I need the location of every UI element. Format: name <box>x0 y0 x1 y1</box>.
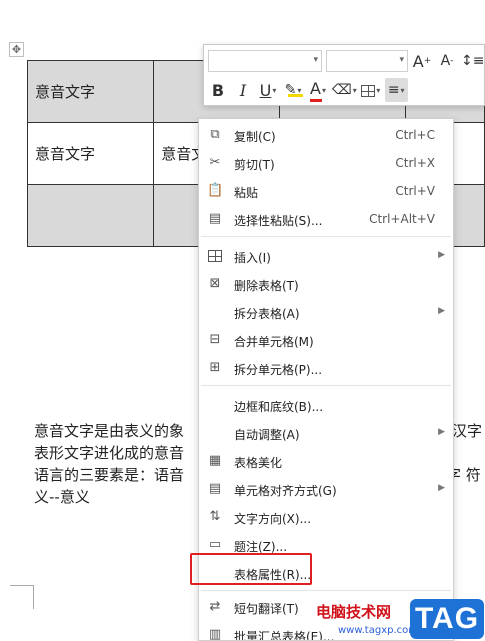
menu-item-delete-table[interactable]: ⊠ 删除表格(T) <box>199 270 453 298</box>
paste-special-icon: ▤ <box>208 211 222 226</box>
summary-table-icon: ▥ <box>208 627 222 641</box>
menu-item-autofit[interactable]: 自动调整(A) ▶ <box>199 419 453 447</box>
menu-separator <box>201 590 451 591</box>
submenu-arrow-icon: ▶ <box>438 250 445 260</box>
clear-format-button[interactable]: ⌫ ▾ <box>332 78 357 102</box>
watermark-url: www.tagxp.com <box>338 625 418 636</box>
shrink-font-button[interactable]: A- <box>436 49 458 73</box>
menu-separator <box>201 385 451 386</box>
menu-item-paste[interactable]: 📋 粘贴 Ctrl+V <box>199 177 453 205</box>
chevron-down-icon: ▾ <box>399 55 404 65</box>
text-direction-icon: ⇅ <box>209 509 221 524</box>
menu-item-split-cells[interactable]: ⊞ 拆分单元格(P)... <box>199 354 453 382</box>
menu-item-borders-shading[interactable]: 边框和底纹(B)... <box>199 391 453 419</box>
table-move-handle[interactable]: ✥ <box>9 42 24 57</box>
cell-align-icon: ▤ <box>208 481 222 496</box>
split-cells-icon: ⊞ <box>209 360 221 375</box>
grow-font-button[interactable]: A + <box>411 49 433 73</box>
align-button[interactable]: ≡ ▾ <box>384 78 408 102</box>
font-size-select[interactable]: ▾ <box>326 50 408 72</box>
table-style-icon: ▦ <box>208 453 222 468</box>
menu-item-cell-alignment[interactable]: ▤ 单元格对齐方式(G) ▶ <box>199 475 453 503</box>
borders-button[interactable]: ▾ <box>360 78 382 102</box>
table-delete-icon: ⊠ <box>209 276 221 291</box>
menu-item-table-beautify[interactable]: ▦ 表格美化 <box>199 447 453 475</box>
copy-icon: ⧉ <box>210 127 220 142</box>
floating-format-toolbar: ▾ ▾ A+ A- ↕≡▾ B I U▾ ✎▾ A▾ ⌫▾ ▾ ≡▾ <box>203 44 485 106</box>
menu-item-cut[interactable]: ✂ 剪切(T) Ctrl+X <box>199 149 453 177</box>
watermark-site-name: 电脑技术网 <box>316 603 392 621</box>
align-left-icon: ≡ <box>387 82 400 98</box>
submenu-arrow-icon: ▶ <box>438 427 445 437</box>
underline-button[interactable]: U ▾ <box>257 78 279 102</box>
menu-item-merge-cells[interactable]: ⊟ 合并单元格(M) <box>199 326 453 354</box>
italic-button[interactable]: I <box>232 78 254 102</box>
line-spacing-icon: ↕≡ <box>461 53 485 69</box>
font-name-select[interactable]: ▾ <box>208 50 322 72</box>
table-cell[interactable]: 意音文字 <box>26 60 155 123</box>
table-cell[interactable] <box>26 184 155 247</box>
table-cell[interactable]: 意音文字 <box>26 122 155 185</box>
menu-item-insert[interactable]: 插入(I) ▶ <box>199 242 453 270</box>
menu-separator <box>201 236 451 237</box>
border-grid-icon <box>361 85 376 97</box>
chevron-down-icon: ▾ <box>313 55 318 65</box>
page-corner-mark <box>10 585 34 609</box>
menu-item-copy[interactable]: ⧉ 复制(C) Ctrl+C <box>199 121 453 149</box>
highlighter-icon: ✎ <box>285 82 303 98</box>
menu-item-paste-special[interactable]: ▤ 选择性粘贴(S)... Ctrl+Alt+V <box>199 205 453 233</box>
menu-item-text-direction[interactable]: ⇅ 文字方向(X)... <box>199 503 453 531</box>
submenu-arrow-icon: ▶ <box>438 306 445 316</box>
paste-icon: 📋 <box>207 183 224 198</box>
submenu-arrow-icon: ▶ <box>438 483 445 493</box>
merge-cells-icon: ⊟ <box>209 332 221 347</box>
translate-icon: ⇄ <box>209 599 221 614</box>
scissors-icon: ✂ <box>209 155 221 170</box>
caption-icon: ▭ <box>208 537 222 552</box>
highlight-button[interactable]: ✎ ▾ <box>282 78 304 102</box>
line-spacing-button[interactable]: ↕≡▾ <box>461 49 485 73</box>
table-insert-icon <box>207 248 223 264</box>
watermark-tag-logo: TAG <box>410 599 484 639</box>
font-color-button[interactable]: A ▾ <box>307 78 329 102</box>
menu-item-split-table[interactable]: 拆分表格(A) ▶ <box>199 298 453 326</box>
bold-button[interactable]: B <box>207 78 229 102</box>
highlight-box <box>190 553 312 585</box>
eraser-icon: ⌫ <box>332 82 352 98</box>
